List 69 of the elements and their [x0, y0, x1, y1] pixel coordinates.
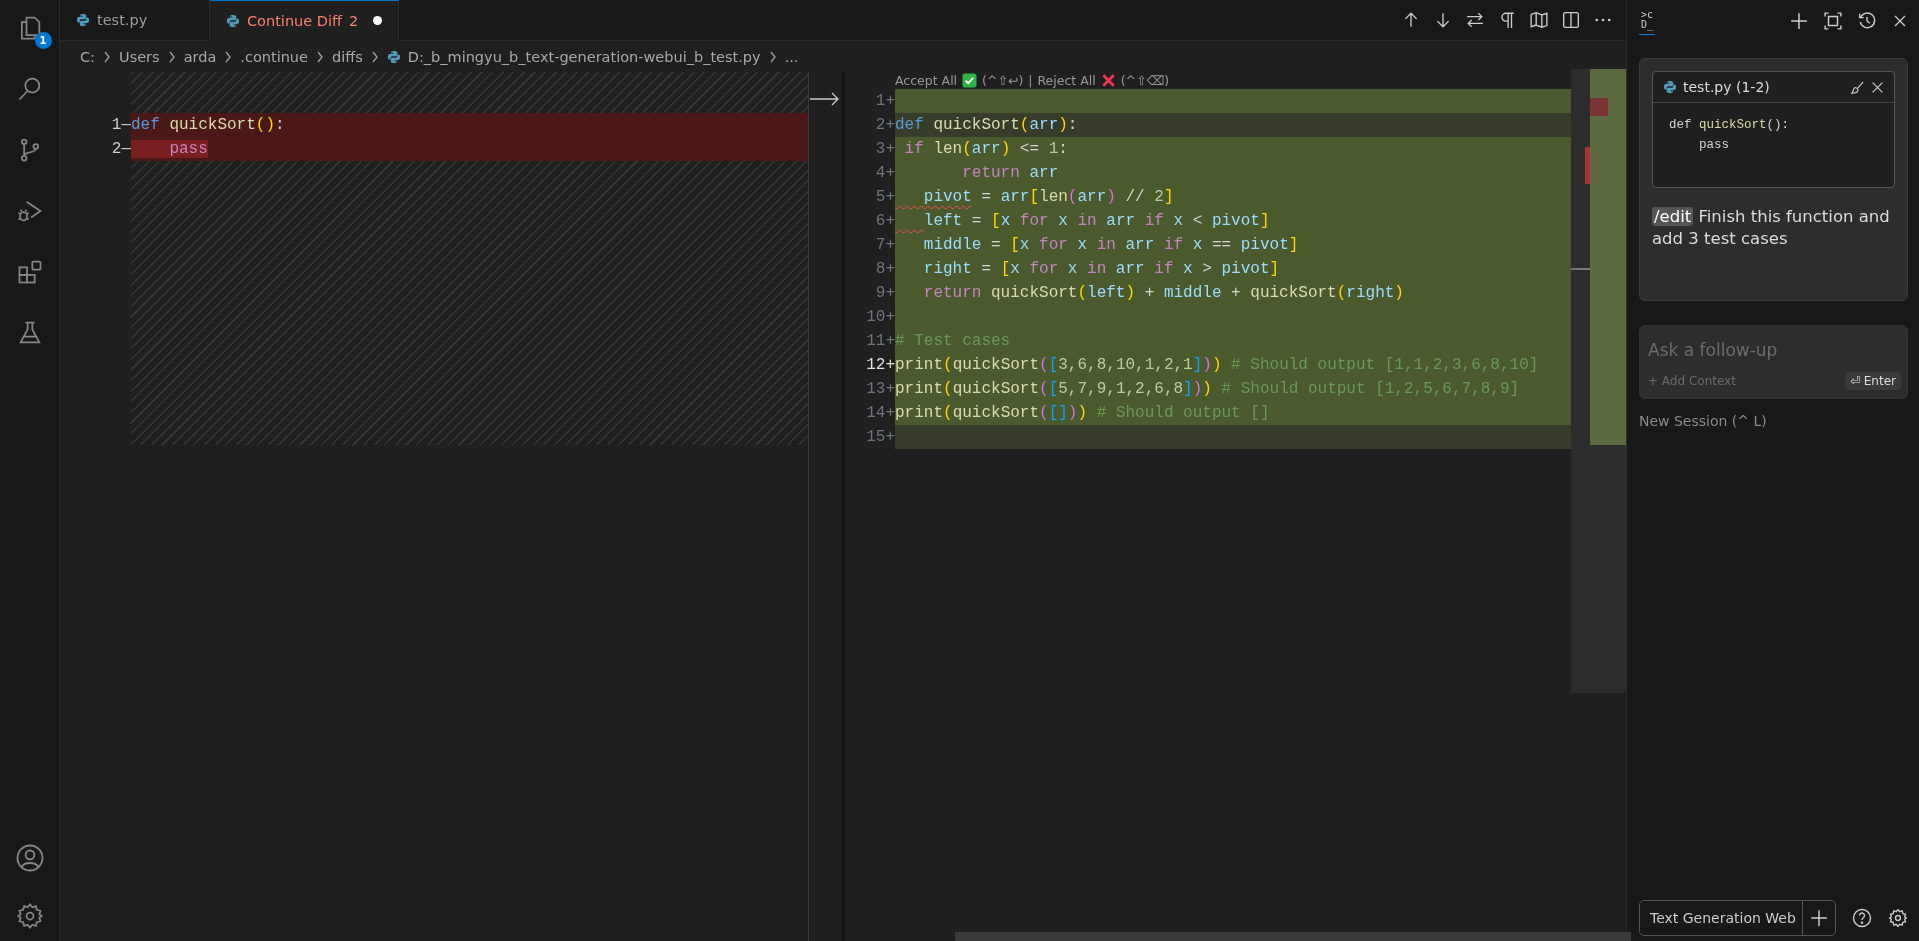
breadcrumb-item[interactable]: C:: [80, 48, 95, 65]
line-number: 2—: [110, 139, 131, 160]
python-file-icon: [226, 13, 240, 28]
fullscreen-icon[interactable]: [1824, 11, 1842, 30]
python-file-icon: [386, 49, 401, 64]
python-file-icon: [76, 13, 90, 27]
reject-all-link[interactable]: Reject All: [1037, 73, 1096, 88]
check-icon: [962, 73, 978, 88]
map-icon[interactable]: [1530, 11, 1548, 29]
follow-up-input[interactable]: Ask a follow-up + Add Context ⏎ Enter: [1639, 325, 1908, 399]
line-number: 13+: [865, 379, 895, 400]
scrollbar-thumb[interactable]: [955, 932, 1631, 941]
line-number: 4+: [874, 163, 895, 184]
line-number: 15+: [865, 427, 895, 448]
chevron-icon: [224, 50, 233, 63]
split-editor-icon[interactable]: [1562, 11, 1580, 29]
message-text: /edit Finish this function and add 3 test cases: [1652, 206, 1891, 250]
pilcrow-icon[interactable]: [1498, 11, 1516, 29]
line-number: 10+: [865, 307, 895, 328]
line-number: 9+: [874, 283, 895, 304]
breadcrumb-item[interactable]: diffs: [332, 48, 363, 65]
arrow-down-icon[interactable]: [1434, 11, 1452, 29]
line-number: 6+: [874, 211, 895, 232]
brush-icon[interactable]: [1850, 79, 1865, 95]
accept-all-link[interactable]: Accept All: [895, 73, 958, 88]
code-line: def quickSort():: [1669, 117, 1791, 134]
context-file-name: test.py (1-2): [1683, 79, 1770, 95]
chevron-icon: [370, 50, 379, 63]
breadcrumb-item[interactable]: .continue: [240, 48, 308, 65]
line-number: 1—: [110, 115, 131, 136]
shortcut-text: (^⇧⌫): [1120, 73, 1170, 88]
settings-icon[interactable]: [15, 902, 44, 930]
line-number: 7+: [874, 235, 895, 256]
shortcut-text: (^⇧↩): [982, 73, 1024, 88]
settings-icon[interactable]: [1887, 908, 1908, 928]
minimap[interactable]: [1571, 69, 1626, 693]
cross-icon: [1100, 73, 1116, 88]
arrow-right-icon: [810, 92, 840, 106]
line-number: 3+: [874, 139, 895, 160]
separator-text: |: [1028, 73, 1033, 88]
chevron-icon: [768, 50, 777, 63]
arrow-up-icon[interactable]: [1402, 11, 1420, 29]
new-session-link[interactable]: New Session (^ L): [1639, 413, 1908, 429]
chevron-icon: [103, 50, 111, 63]
breadcrumb-item[interactable]: Users: [119, 48, 160, 65]
account-icon[interactable]: [14, 843, 45, 873]
code-line: pass: [1698, 137, 1730, 154]
close-icon[interactable]: [1871, 80, 1884, 94]
notification-badge: 1: [34, 32, 52, 49]
line-number: 5+: [874, 187, 895, 208]
line-number: 11+: [865, 331, 895, 352]
chevron-icon: [167, 50, 176, 63]
editor-tab[interactable]: Continue Diff 2: [210, 0, 400, 41]
breadcrumb-item[interactable]: D:_b_mingyu_b_text-generation-webui_b_test.py: [407, 48, 761, 65]
line-number: 8+: [874, 259, 895, 280]
swap-arrows-icon[interactable]: [1466, 11, 1484, 29]
modified-dot: [373, 16, 383, 25]
python-file-icon: [1663, 80, 1677, 94]
line-number: 2+: [874, 115, 895, 136]
history-icon[interactable]: [1858, 11, 1876, 30]
logo-tab[interactable]: >c D_: [1639, 6, 1656, 35]
line-number: 1+: [874, 91, 895, 112]
line-number: 12+: [865, 355, 895, 376]
breadcrumb-item[interactable]: ...: [784, 48, 799, 65]
breadcrumb-item[interactable]: arda: [183, 48, 217, 65]
chevron-icon: [316, 50, 324, 63]
help-icon[interactable]: [1851, 908, 1872, 928]
line-number: 14+: [865, 403, 895, 424]
enter-button[interactable]: ⏎ Enter: [1844, 372, 1901, 390]
